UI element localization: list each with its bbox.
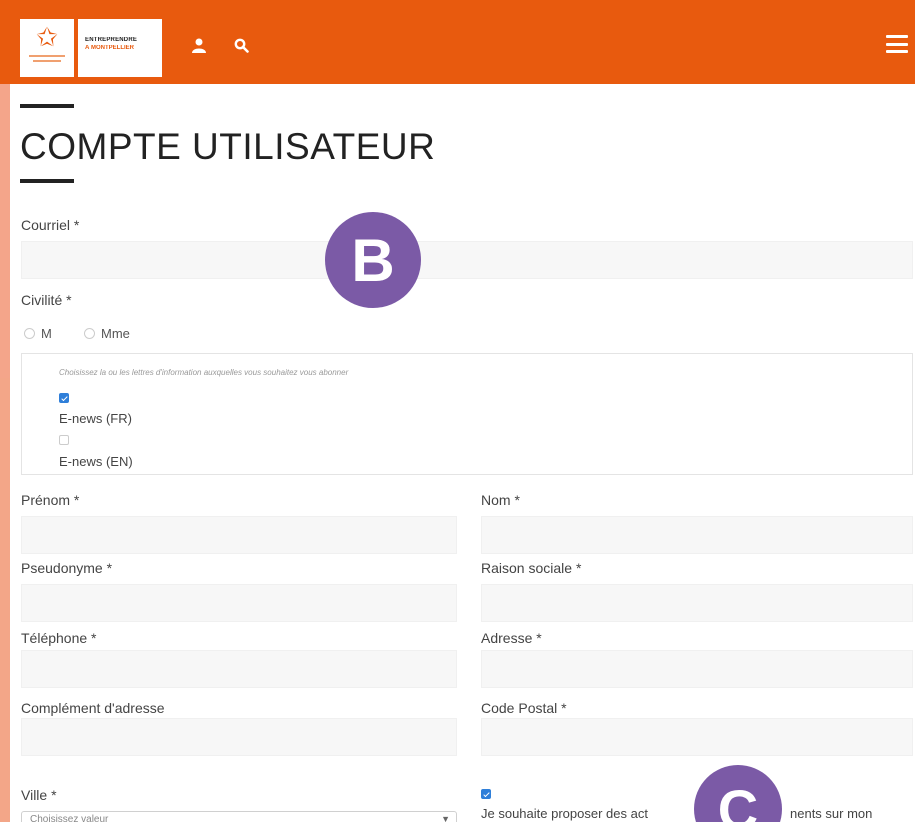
civility-radio-mme[interactable] — [84, 328, 95, 339]
events-label-start: Je souhaite proposer des act — [481, 806, 648, 821]
postal-code-input[interactable] — [481, 718, 913, 756]
search-icon[interactable] — [234, 38, 249, 57]
address2-input[interactable] — [21, 718, 457, 756]
firstname-input[interactable] — [21, 516, 457, 554]
newsletter-fr-checkbox[interactable] — [59, 393, 69, 403]
city-select-value: Choisissez valeur — [30, 814, 109, 822]
newsletter-fr-label: E-news (FR) — [59, 411, 132, 426]
company-input[interactable] — [481, 584, 913, 622]
page-title: COMPTE UTILISATEUR — [20, 126, 436, 167]
title-rule-top — [20, 104, 74, 108]
email-label: Courriel * — [21, 217, 80, 233]
logo-text-line — [33, 60, 61, 62]
phone-label: Téléphone * — [21, 630, 97, 646]
user-icon[interactable] — [192, 38, 206, 58]
address2-label: Complément d'adresse — [21, 700, 165, 716]
hamburger-menu-icon[interactable] — [886, 35, 908, 53]
postal-code-label: Code Postal * — [481, 700, 567, 716]
chevron-down-icon: ▼ — [441, 814, 450, 822]
left-edge-strip — [0, 378, 10, 822]
nickname-input[interactable] — [21, 584, 457, 622]
city-label: Ville * — [21, 787, 57, 803]
civility-radio-m[interactable] — [24, 328, 35, 339]
address-label: Adresse * — [481, 630, 542, 646]
civility-option-mme: Mme — [101, 326, 130, 341]
title-rule-bottom — [20, 179, 74, 183]
star-logo-icon: ✩ — [36, 23, 58, 53]
logo-text-line — [29, 55, 65, 57]
nickname-label: Pseudonyme * — [21, 560, 113, 576]
company-label: Raison sociale * — [481, 560, 582, 576]
newsletter-en-label: E-news (EN) — [59, 454, 133, 469]
logo-line-1: ENTREPRENDRE — [85, 37, 138, 43]
address-input[interactable] — [481, 650, 913, 688]
newsletter-en-checkbox[interactable] — [59, 435, 69, 445]
entreprendre-logo[interactable]: ENTREPRENDRE À MONTPELLIER — [78, 19, 162, 77]
events-checkbox[interactable] — [481, 789, 491, 799]
events-label-end: nents sur mon — [790, 806, 873, 821]
annotation-badge-b: B — [325, 212, 421, 308]
montpellier-logo[interactable]: ✩ — [20, 19, 74, 77]
phone-input[interactable] — [21, 650, 457, 688]
logo-line-2: À MONTPELLIER — [85, 45, 134, 51]
top-navigation-bar: ✩ ENTREPRENDRE À MONTPELLIER — [0, 0, 915, 84]
lastname-input[interactable] — [481, 516, 913, 554]
email-input[interactable] — [21, 241, 913, 279]
lastname-label: Nom * — [481, 492, 520, 508]
civility-option-m: M — [41, 326, 52, 341]
city-select[interactable]: Choisissez valeur ▼ — [21, 811, 457, 822]
civility-label: Civilité * — [21, 292, 72, 308]
newsletter-hint: Choisissez la ou les lettres d'informati… — [59, 368, 349, 377]
firstname-label: Prénom * — [21, 492, 80, 508]
